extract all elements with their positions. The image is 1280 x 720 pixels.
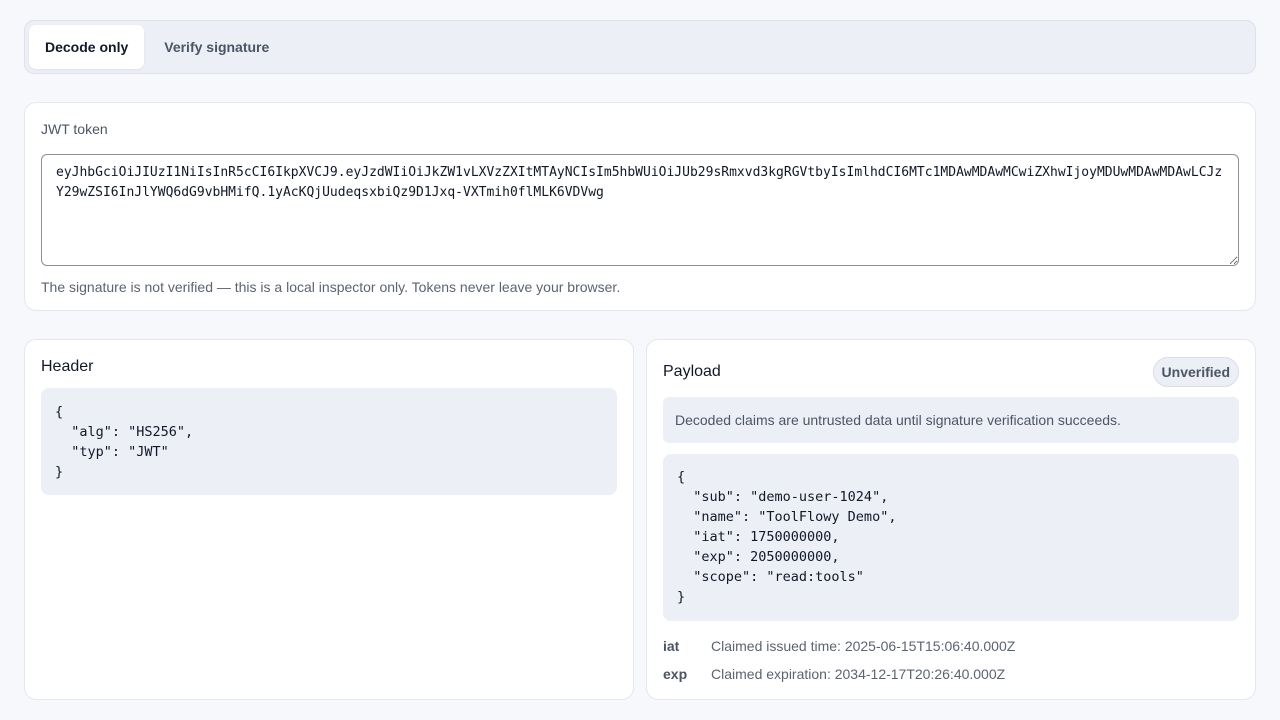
- unverified-badge: Unverified: [1152, 357, 1239, 387]
- claim-row-iat: iat Claimed issued time: 2025-06-15T15:0…: [663, 632, 1239, 660]
- token-hint: The signature is not verified — this is …: [41, 279, 621, 295]
- payload-head: Payload Unverified: [663, 356, 1239, 388]
- header-title: Header: [41, 358, 94, 375]
- claim-key: iat: [663, 638, 680, 654]
- claim-value: Claimed expiration: 2034-12-17T20:26:40.…: [711, 666, 1006, 682]
- token-input[interactable]: eyJhbGciOiJIUzI1NiIsInR5cCI6IkpXVCJ9.eyJ…: [41, 154, 1239, 266]
- payload-json: { "sub": "demo-user-1024", "name": "Tool…: [663, 454, 1239, 621]
- mode-tabs: Decode only Verify signature: [24, 20, 1256, 74]
- claim-value: Claimed issued time: 2025-06-15T15:06:40…: [711, 638, 1016, 654]
- token-card: JWT token eyJhbGciOiJIUzI1NiIsInR5cCI6Ik…: [24, 102, 1256, 311]
- payload-panel: Payload Unverified Decoded claims are un…: [646, 339, 1256, 700]
- untrusted-notice: Decoded claims are untrusted data until …: [663, 397, 1239, 443]
- token-label: JWT token: [41, 121, 108, 137]
- tab-verify-signature[interactable]: Verify signature: [148, 25, 285, 69]
- header-json: { "alg": "HS256", "typ": "JWT" }: [41, 388, 617, 495]
- tab-decode-only[interactable]: Decode only: [29, 25, 145, 69]
- claim-key: exp: [663, 666, 688, 682]
- payload-title: Payload: [663, 363, 721, 380]
- header-panel: Header { "alg": "HS256", "typ": "JWT" }: [24, 339, 634, 700]
- claims-list: iat Claimed issued time: 2025-06-15T15:0…: [663, 632, 1239, 688]
- claim-row-exp: exp Claimed expiration: 2034-12-17T20:26…: [663, 660, 1239, 688]
